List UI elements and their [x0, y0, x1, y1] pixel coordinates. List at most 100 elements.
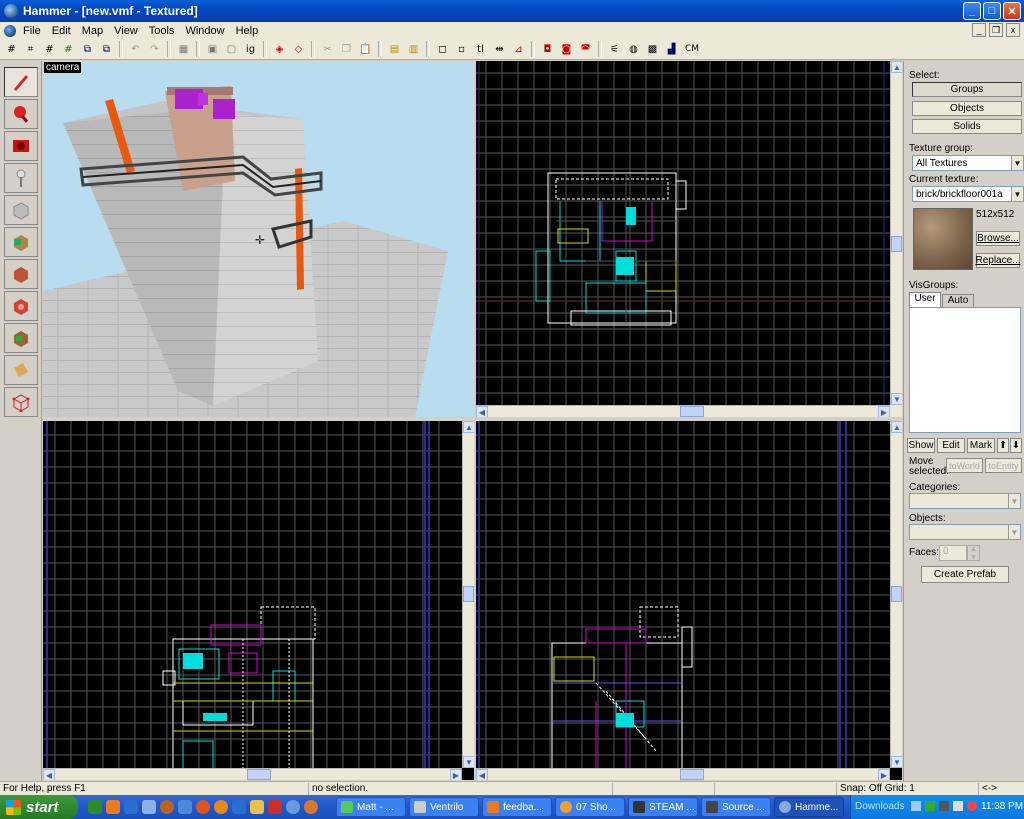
close-button[interactable]: ✕ [1003, 2, 1021, 20]
menu-help[interactable]: Help [231, 25, 265, 37]
objects-select[interactable]: ▼ [909, 524, 1021, 540]
top-2d-viewport[interactable]: ▲ ▼ ◀ ▶ [476, 61, 902, 417]
block-tool[interactable] [4, 195, 38, 225]
toggle-helpers-icon[interactable]: tl [472, 41, 489, 58]
maximize-button[interactable]: □ [983, 2, 1001, 20]
grid-options-icon[interactable]: ⌗ [22, 41, 39, 58]
texture-scale-lock-icon[interactable]: ▥ [405, 41, 422, 58]
tray-icon[interactable] [925, 801, 935, 811]
quicklaunch-icon[interactable] [196, 800, 210, 814]
scroll-down-arrow[interactable]: ▼ [463, 756, 474, 768]
apply-texture-tool[interactable] [4, 259, 38, 289]
hide-selected-icon[interactable]: ◈ [271, 41, 288, 58]
display-wireframe-icon[interactable]: ◙ [558, 41, 575, 58]
categories-select[interactable]: ▼ [909, 493, 1021, 509]
select-objects-button[interactable]: Objects [912, 101, 1022, 116]
texture-application-tool[interactable] [4, 227, 38, 257]
quicklaunch-icon[interactable] [232, 800, 246, 814]
texture-lock-icon[interactable]: ▤ [386, 41, 403, 58]
browse-button[interactable]: Browse... [976, 231, 1020, 246]
decal-tool[interactable] [4, 291, 38, 321]
to-entity-button[interactable]: toEntity [985, 458, 1022, 473]
cordon-icon[interactable]: ▟ [663, 41, 680, 58]
camera-viewport[interactable]: ✛ camera [43, 61, 474, 417]
taskbar-item-ventrilo[interactable]: Ventrilo [409, 797, 479, 817]
mdi-minimize-button[interactable]: _ [972, 23, 986, 37]
scroll-right-arrow[interactable]: ▶ [450, 769, 462, 780]
side-view-vscroll[interactable]: ▲ ▼ [890, 421, 902, 768]
scroll-up-arrow[interactable]: ▲ [463, 421, 474, 433]
volume-icon[interactable] [953, 801, 963, 811]
selection-tool[interactable] [4, 67, 38, 97]
side-2d-viewport[interactable]: ▲ ▼ ◀ ▶ [476, 421, 902, 780]
faces-input[interactable]: 0 [939, 545, 967, 561]
front-view-hscroll[interactable]: ◀ ▶ [43, 768, 462, 780]
firefox-icon[interactable] [106, 800, 120, 814]
window-grid-icon[interactable]: ⧉ [98, 41, 115, 58]
ignore-groups-icon[interactable]: ig [242, 41, 259, 58]
selection-box-icon[interactable]: ◻ [434, 41, 451, 58]
overlay-tool[interactable] [4, 323, 38, 353]
move-up-arrow-icon[interactable]: ⬆ [997, 438, 1009, 453]
menu-map[interactable]: Map [77, 25, 109, 37]
create-prefab-button[interactable]: Create Prefab [921, 566, 1009, 583]
clock[interactable]: 11:38 PM [981, 801, 1023, 812]
taskbar-item-source-sdk[interactable]: Source ... [701, 797, 771, 817]
scroll-thumb[interactable] [680, 769, 704, 780]
scroll-thumb[interactable] [891, 236, 902, 252]
mdi-close-button[interactable]: x [1006, 23, 1020, 37]
replace-button[interactable]: Replace... [975, 253, 1021, 268]
quicklaunch-icon[interactable] [214, 800, 228, 814]
camera-tool[interactable] [4, 131, 38, 161]
downloads-label[interactable]: Downloads [855, 801, 904, 812]
tray-icon[interactable] [939, 801, 949, 811]
undo-icon[interactable]: ↶ [127, 41, 144, 58]
quicklaunch-icon[interactable] [304, 800, 318, 814]
taskbar-item-hammer[interactable]: Hamme... [774, 797, 844, 817]
hide-unselected-icon[interactable]: ◇ [290, 41, 307, 58]
scroll-right-arrow[interactable]: ▶ [878, 406, 890, 417]
scroll-left-arrow[interactable]: ◀ [476, 769, 488, 780]
tray-icon[interactable] [967, 801, 977, 811]
menu-view[interactable]: View [109, 25, 144, 37]
tray-icon[interactable] [911, 801, 921, 811]
quicklaunch-icon[interactable] [178, 800, 192, 814]
quicklaunch-icon[interactable] [286, 800, 300, 814]
scroll-left-arrow[interactable]: ◀ [43, 769, 55, 780]
scroll-down-arrow[interactable]: ▼ [891, 756, 902, 768]
sphere-icon[interactable]: ◍ [625, 41, 642, 58]
scroll-up-arrow[interactable]: ▲ [891, 421, 902, 433]
taskbar-item-feedback[interactable]: feedba... [482, 797, 552, 817]
tab-user[interactable]: User [909, 292, 941, 307]
quicklaunch-icon[interactable] [268, 800, 282, 814]
taskbar-item-music[interactable]: 07 Sho... [555, 797, 625, 817]
menu-file[interactable]: File [18, 25, 47, 37]
copy-icon[interactable]: ❐ [338, 41, 355, 58]
ungroup-icon[interactable]: ▢ [223, 41, 240, 58]
quicklaunch-icon[interactable] [88, 800, 102, 814]
tab-auto[interactable]: Auto [942, 294, 974, 307]
select-by-handles-icon[interactable]: ▫ [453, 41, 470, 58]
texture-group-select[interactable]: All Textures ▼ [912, 155, 1024, 171]
scroll-thumb[interactable] [463, 586, 474, 602]
model-icon[interactable]: ⇹ [491, 41, 508, 58]
smaller-grid-icon[interactable]: # [41, 41, 58, 58]
menu-window[interactable]: Window [180, 25, 230, 37]
scroll-down-arrow[interactable]: ▼ [891, 393, 902, 405]
scroll-thumb[interactable] [891, 586, 902, 602]
to-world-button[interactable]: toWorld [946, 458, 983, 473]
select-solids-button[interactable]: Solids [912, 119, 1022, 134]
scroll-thumb[interactable] [680, 406, 704, 417]
vertex-tool[interactable] [4, 387, 38, 417]
redo-icon[interactable]: ↷ [146, 41, 163, 58]
visgroup-edit-button[interactable]: Edit [937, 438, 965, 453]
taskbar-item-messenger[interactable]: Matt - ... [336, 797, 406, 817]
top-view-hscroll[interactable]: ◀ ▶ [476, 405, 890, 417]
scroll-left-arrow[interactable]: ◀ [476, 406, 488, 417]
carve-icon[interactable]: ▦ [175, 41, 192, 58]
flip-icon[interactable]: ⊿ [510, 41, 527, 58]
start-button[interactable]: start [0, 795, 78, 819]
side-view-hscroll[interactable]: ◀ ▶ [476, 768, 890, 780]
move-down-arrow-icon[interactable]: ⬇ [1010, 438, 1022, 453]
entity-tool[interactable] [4, 163, 38, 193]
